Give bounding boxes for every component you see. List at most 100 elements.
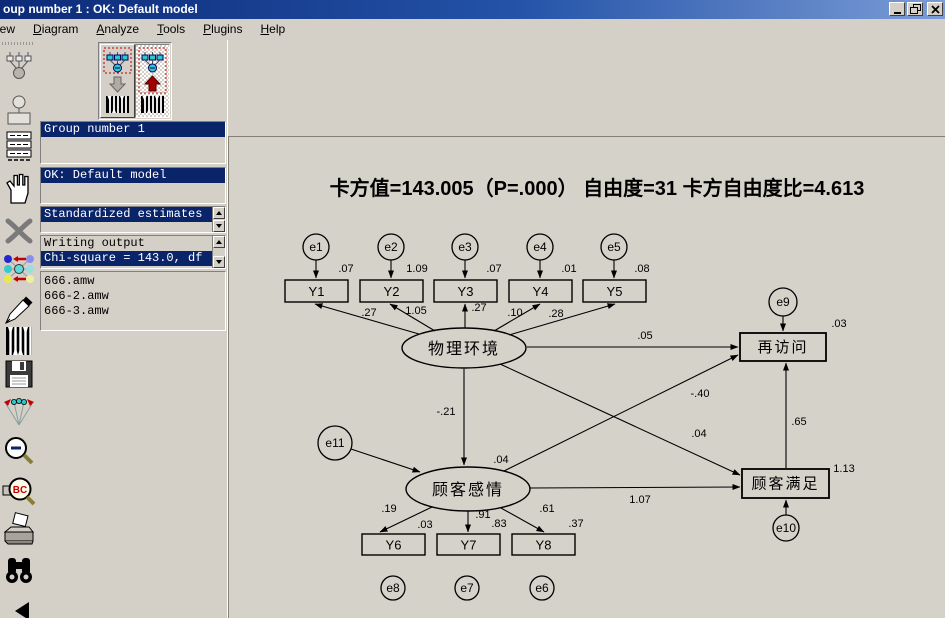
status-panel: Writing output Chi-square = 143.0, df bbox=[40, 235, 226, 269]
diagram-canvas[interactable]: 卡方值=143.005（P=.000） 自由度=31 卡方自由度比=4.613 e… bbox=[228, 136, 945, 618]
path-arrow bbox=[529, 484, 741, 491]
hand-icon[interactable] bbox=[1, 170, 37, 206]
node-Y1[interactable]: Y1 bbox=[284, 279, 349, 303]
close-button[interactable] bbox=[927, 2, 943, 16]
node-Y6[interactable]: Y6 bbox=[361, 533, 426, 556]
coefficient-label: .91 bbox=[475, 509, 490, 521]
node-Y3[interactable]: Y3 bbox=[433, 279, 498, 303]
node-e5[interactable]: e5 bbox=[600, 233, 628, 261]
estimates-item[interactable]: Standardized estimates bbox=[41, 207, 212, 222]
node-physical-environment[interactable]: 物理环境 bbox=[401, 327, 527, 369]
node-e9[interactable]: e9 bbox=[768, 287, 798, 317]
model-item[interactable]: OK: Default model bbox=[41, 168, 225, 183]
save-icon[interactable] bbox=[1, 356, 37, 392]
node-Y8[interactable]: Y8 bbox=[511, 533, 576, 556]
spin-up-button[interactable] bbox=[213, 236, 225, 248]
coefficient-label: .37 bbox=[568, 518, 583, 530]
file-item[interactable]: 666-2.amw bbox=[41, 289, 225, 304]
coefficient-label: .03 bbox=[417, 519, 432, 531]
node-label-Y2: Y2 bbox=[384, 284, 400, 299]
node-label-e11: e11 bbox=[325, 436, 344, 450]
coefficient-label: .07 bbox=[338, 263, 353, 275]
node-revisit[interactable]: 再访问 bbox=[739, 332, 827, 362]
close-icon bbox=[931, 5, 940, 14]
node-e10[interactable]: e10 bbox=[772, 514, 800, 542]
node-e8[interactable]: e8 bbox=[380, 575, 406, 601]
zoom-out-icon[interactable] bbox=[1, 434, 37, 470]
print-icon[interactable] bbox=[1, 512, 37, 548]
menu-item-iew[interactable]: iew bbox=[0, 20, 24, 39]
node-Y2[interactable]: Y2 bbox=[359, 279, 424, 303]
view-output-path-diagram-button[interactable] bbox=[135, 44, 170, 118]
file-item[interactable]: 666-3.amw bbox=[41, 304, 225, 319]
node-label-customer-emotion: 顾客感情 bbox=[432, 481, 504, 499]
binoculars-icon[interactable] bbox=[1, 552, 37, 588]
menu-item-tools[interactable]: Tools bbox=[148, 20, 194, 39]
node-label-e4: e4 bbox=[533, 240, 547, 254]
node-label-physical-environment: 物理环境 bbox=[428, 339, 500, 358]
coefficient-label: .10 bbox=[507, 307, 522, 319]
restore-button[interactable] bbox=[907, 2, 923, 16]
node-Y4[interactable]: Y4 bbox=[508, 279, 573, 303]
node-Y7[interactable]: Y7 bbox=[436, 533, 501, 556]
node-e7[interactable]: e7 bbox=[454, 575, 480, 601]
menu-item-analyze[interactable]: Analyze bbox=[87, 20, 148, 39]
file-item[interactable]: 666.amw bbox=[41, 274, 225, 289]
node-label-e1: e1 bbox=[309, 240, 323, 254]
node-customer-satisfaction[interactable]: 顾客满足 bbox=[741, 468, 830, 499]
spin-up-button[interactable] bbox=[213, 207, 225, 219]
node-label-customer-satisfaction: 顾客满足 bbox=[751, 476, 819, 493]
data-list-icon[interactable] bbox=[1, 128, 37, 164]
menu-item-diagram[interactable]: Diagram bbox=[24, 20, 87, 39]
coefficient-label: .05 bbox=[637, 330, 652, 342]
toolbar-grip bbox=[2, 42, 35, 45]
spin-down-button[interactable] bbox=[213, 256, 225, 268]
up-arrow-icon bbox=[216, 240, 222, 244]
groups-panel: Group number 1 bbox=[40, 121, 226, 164]
back-triangle-icon[interactable] bbox=[1, 593, 37, 618]
up-arrow-icon bbox=[216, 211, 222, 215]
coefficient-label: .83 bbox=[491, 518, 506, 530]
group-item[interactable]: Group number 1 bbox=[41, 122, 225, 137]
spin-down-button[interactable] bbox=[213, 220, 225, 232]
coefficient-label: 1.13 bbox=[833, 463, 854, 475]
tool-icon-strip: BC bbox=[0, 40, 38, 618]
node-e2[interactable]: e2 bbox=[377, 233, 405, 261]
latent-variable-icon[interactable] bbox=[1, 92, 37, 128]
menu-item-plugins[interactable]: Plugins bbox=[194, 20, 251, 39]
scatter-arrows-icon[interactable] bbox=[1, 394, 37, 430]
x-cross-icon[interactable] bbox=[1, 212, 37, 248]
stylus-icon[interactable] bbox=[1, 292, 37, 328]
down-arrow-icon bbox=[216, 260, 222, 264]
minimize-button[interactable] bbox=[889, 2, 905, 16]
node-label-Y1: Y1 bbox=[309, 284, 325, 299]
coefficient-label: .19 bbox=[381, 503, 396, 515]
node-e11[interactable]: e11 bbox=[317, 425, 353, 461]
menu-item-help[interactable]: Help bbox=[251, 20, 294, 39]
node-label-e10: e10 bbox=[776, 521, 796, 535]
node-Y5[interactable]: Y5 bbox=[582, 279, 647, 303]
node-label-e5: e5 bbox=[607, 240, 621, 254]
main-area: BC Group number 1 OK: Default model Stan… bbox=[0, 40, 945, 618]
path-arrow bbox=[499, 363, 741, 476]
node-e6[interactable]: e6 bbox=[529, 575, 555, 601]
node-e1[interactable]: e1 bbox=[302, 233, 330, 261]
node-e3[interactable]: e3 bbox=[451, 233, 479, 261]
node-e4[interactable]: e4 bbox=[526, 233, 554, 261]
svg-text:BC: BC bbox=[13, 485, 27, 496]
coefficient-label: .03 bbox=[831, 318, 846, 330]
view-input-path-diagram-button[interactable] bbox=[100, 44, 135, 118]
coefficient-label: .01 bbox=[561, 263, 576, 275]
bc-magnifier-icon[interactable]: BC bbox=[1, 474, 37, 510]
node-label-e9: e9 bbox=[776, 295, 790, 309]
node-customer-emotion[interactable]: 顾客感情 bbox=[405, 466, 531, 512]
node-label-Y6: Y6 bbox=[386, 538, 402, 553]
node-label-e2: e2 bbox=[384, 240, 398, 254]
diagram-title: 卡方值=143.005（P=.000） 自由度=31 卡方自由度比=4.613 bbox=[330, 176, 865, 200]
path-diagram-icon[interactable] bbox=[1, 48, 37, 84]
models-panel: OK: Default model bbox=[40, 167, 226, 204]
node-label-Y7: Y7 bbox=[461, 538, 477, 553]
abacus-icon[interactable] bbox=[1, 324, 37, 360]
node-colors-icon[interactable] bbox=[1, 250, 37, 286]
path-arrow bbox=[500, 507, 545, 533]
